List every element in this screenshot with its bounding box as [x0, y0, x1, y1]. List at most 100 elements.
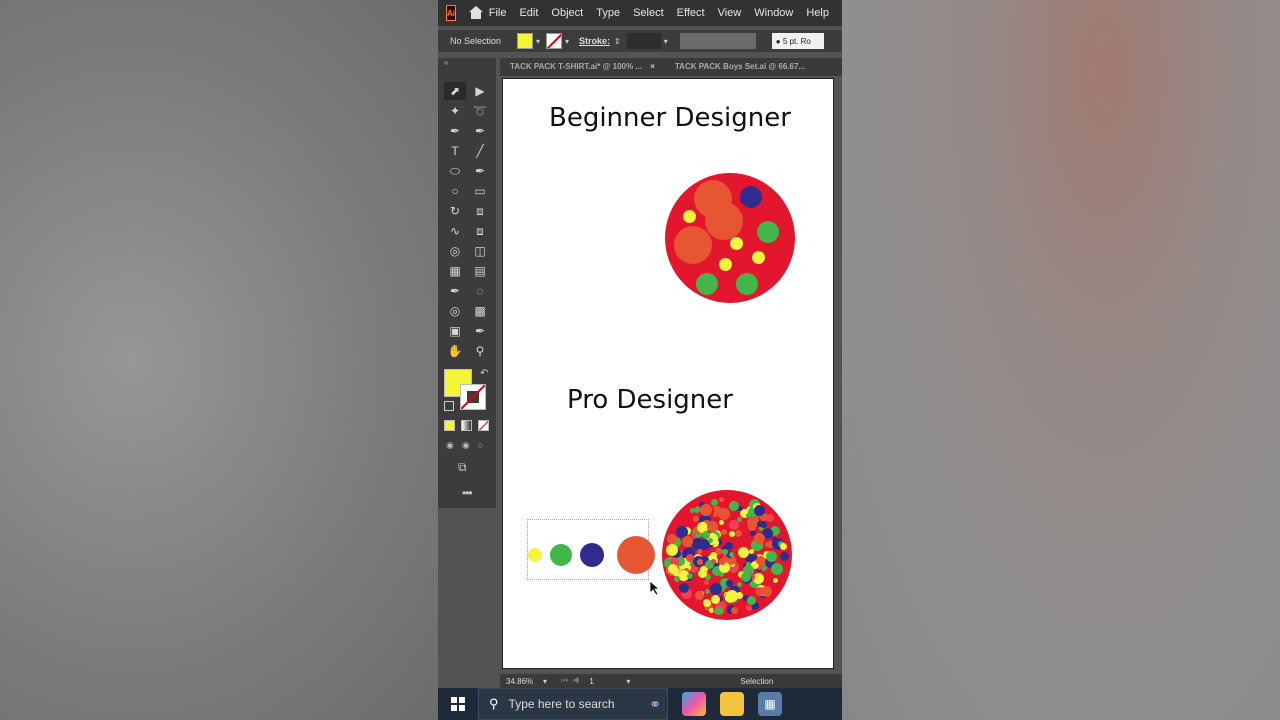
chevron-down-icon[interactable]: ▾ [626, 677, 630, 686]
pro-dot[interactable] [728, 551, 734, 557]
pro-dot[interactable] [711, 594, 721, 604]
home-icon[interactable] [468, 6, 482, 20]
pro-dot[interactable] [712, 511, 718, 517]
pro-dot[interactable] [754, 532, 766, 544]
line-segment-tool-icon[interactable]: ╱ [469, 142, 491, 160]
copilot-icon[interactable] [682, 692, 706, 716]
pro-dot[interactable] [710, 558, 716, 564]
eraser-tool-icon[interactable]: ▭ [469, 182, 491, 200]
pro-dot[interactable] [673, 575, 680, 582]
gradient-mode-button[interactable] [461, 420, 472, 431]
taskbar-search[interactable]: ⚲ Type here to search ⚭ [478, 688, 668, 720]
rotate-tool-icon[interactable]: ↻ [444, 202, 466, 220]
menu-effect[interactable]: Effect [677, 7, 705, 19]
curvature-tool-icon[interactable]: ✒ [469, 122, 491, 140]
pro-dot[interactable] [709, 583, 722, 596]
swap-fill-stroke-icon[interactable]: ↶ [480, 368, 488, 379]
file-explorer-icon[interactable] [720, 692, 744, 716]
pro-dot[interactable] [765, 550, 777, 562]
pro-dot[interactable] [770, 562, 783, 575]
pro-dot[interactable] [756, 555, 766, 565]
beginner-dot[interactable] [705, 202, 743, 240]
paintbrush-tool-icon[interactable]: ✒ [469, 162, 491, 180]
pro-dot[interactable] [718, 557, 726, 565]
beginner-dot[interactable] [757, 221, 779, 243]
beginner-dot[interactable] [729, 236, 743, 250]
draw-behind-icon[interactable]: ◉ [462, 440, 470, 451]
stroke-weight-field[interactable] [626, 33, 661, 49]
pro-dot[interactable] [695, 590, 705, 600]
tab-tack-pack-tshirt[interactable]: TACK PACK T-SHIRT.ai* @ 100% ... × [500, 58, 665, 76]
blend-tool-icon[interactable]: ◌ [469, 282, 491, 300]
scale-tool-icon[interactable]: ⧈ [469, 202, 491, 220]
pro-dot[interactable] [725, 590, 738, 603]
zoom-tool-icon[interactable]: ⚲ [469, 342, 491, 360]
beginner-dot[interactable] [718, 257, 732, 271]
eyedropper-tool-icon[interactable]: ✒ [444, 282, 466, 300]
column-graph-tool-icon[interactable]: ▩ [469, 302, 491, 320]
none-mode-button[interactable] [478, 420, 489, 431]
stepper-icon[interactable]: ⇕ [614, 37, 621, 46]
pro-dot[interactable] [737, 546, 749, 558]
pro-dot[interactable] [718, 496, 724, 502]
beginner-dot[interactable] [736, 273, 758, 295]
pro-dot[interactable] [678, 582, 689, 593]
direct-selection-tool-icon[interactable]: ▶ [469, 82, 491, 100]
default-colors-icon[interactable] [444, 401, 454, 411]
pro-dot[interactable] [772, 577, 778, 583]
symbol-sprayer-tool-icon[interactable]: ◎ [444, 302, 466, 320]
draw-inside-icon[interactable]: ○ [478, 440, 483, 451]
mesh-tool-icon[interactable]: ▦ [444, 262, 466, 280]
stroke-swatch[interactable] [546, 33, 563, 49]
ellipse-tool-icon[interactable]: ⬭ [444, 162, 466, 180]
warp-tool-icon[interactable]: ∿ [444, 222, 466, 240]
stroke-color-box[interactable] [460, 384, 486, 410]
palette-green-dot[interactable] [550, 544, 572, 566]
free-transform-tool-icon[interactable]: ⧈ [469, 222, 491, 240]
menu-help[interactable]: Help [806, 7, 829, 19]
zoom-level[interactable]: 34.86% [506, 677, 540, 686]
pro-dot[interactable] [711, 498, 719, 506]
more-tools-icon[interactable]: ••• [462, 486, 473, 500]
chevron-down-icon[interactable]: ▾ [536, 37, 540, 46]
close-icon[interactable]: × [650, 62, 655, 71]
pro-dot[interactable] [728, 500, 739, 511]
variable-width-field[interactable] [679, 33, 756, 49]
slice-tool-icon[interactable]: ✒ [469, 322, 491, 340]
shaper-tool-icon[interactable]: ○ [444, 182, 466, 200]
calculator-icon[interactable]: ▦ [758, 692, 782, 716]
artboard-number[interactable]: 1 [589, 677, 623, 686]
type-tool-icon[interactable]: T [444, 142, 466, 160]
beginner-dot[interactable] [682, 209, 696, 223]
pro-dot[interactable] [760, 585, 772, 597]
pro-dot[interactable] [748, 548, 754, 554]
pro-dot[interactable] [667, 563, 678, 574]
screen-mode-icon[interactable]: ⧉ [458, 460, 467, 475]
pro-dot[interactable] [779, 551, 789, 561]
color-mode-button[interactable] [444, 420, 455, 431]
shape-builder-tool-icon[interactable]: ◎ [444, 242, 466, 260]
palette-navy-dot[interactable] [580, 543, 604, 567]
tab-tack-pack-boys-set[interactable]: TACK PACK Boys Set.ai @ 66.67... [665, 58, 815, 76]
artboard-tool-icon[interactable]: ▣ [444, 322, 466, 340]
beginner-dot[interactable] [740, 186, 762, 208]
palette-orange-dot[interactable] [617, 536, 655, 574]
panel-collapse-icon[interactable]: « [444, 58, 448, 67]
perspective-grid-tool-icon[interactable]: ◫ [469, 242, 491, 260]
lasso-tool-icon[interactable]: ➰ [469, 102, 491, 120]
chevron-down-icon[interactable]: ▾ [664, 37, 668, 46]
menu-type[interactable]: Type [596, 7, 620, 19]
beginner-dot[interactable] [674, 226, 712, 264]
menu-edit[interactable]: Edit [519, 7, 538, 19]
pro-dot[interactable] [682, 535, 694, 547]
pro-dot[interactable] [685, 553, 694, 562]
windows-start-icon[interactable] [451, 697, 465, 711]
pro-dot[interactable] [736, 581, 742, 587]
menu-file[interactable]: File [489, 7, 507, 19]
pro-dot[interactable] [745, 604, 752, 611]
menu-window[interactable]: Window [754, 7, 793, 19]
beginner-dot[interactable] [696, 273, 718, 295]
chevron-down-icon[interactable]: ▾ [565, 37, 569, 46]
menu-select[interactable]: Select [633, 7, 664, 19]
microphone-icon[interactable]: ⚭ [649, 696, 661, 713]
